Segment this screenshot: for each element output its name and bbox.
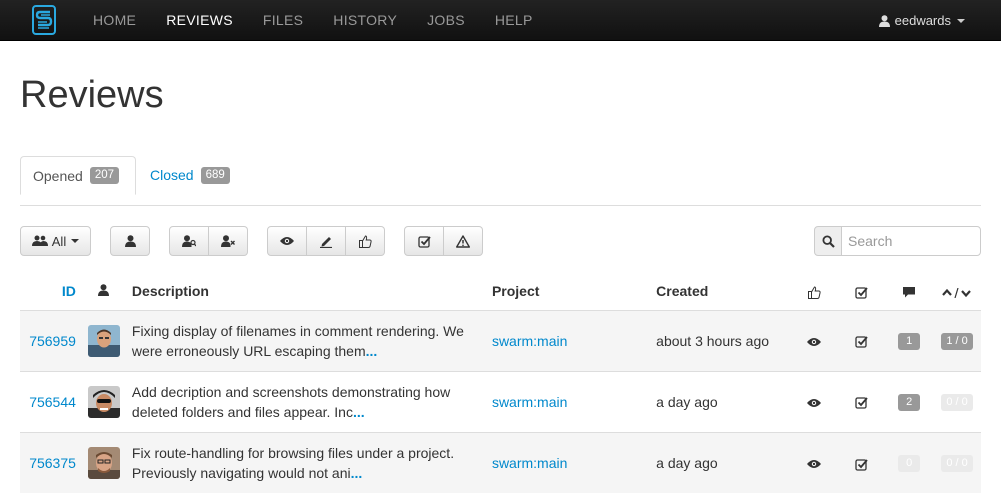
main-nav: HOME REVIEWS FILES HISTORY JOBS HELP	[78, 0, 548, 41]
swarm-logo-icon[interactable]	[24, 0, 64, 41]
avatar[interactable]	[87, 446, 120, 479]
col-header-created[interactable]: Created	[650, 273, 790, 310]
col-header-project[interactable]: Project	[486, 273, 650, 310]
vote-count-badge: 0 / 0	[941, 455, 974, 473]
project-link[interactable]: swarm:main	[485, 370, 651, 432]
page-title: Reviews	[20, 74, 164, 116]
review-id-link[interactable]: 756375	[20, 431, 82, 493]
user-remove-icon	[221, 235, 235, 247]
project-link[interactable]: swarm:main	[485, 431, 651, 493]
comment-count-badge: 2	[898, 394, 921, 411]
table-row[interactable]: 756375 Fix route-handling for browsing f…	[20, 431, 981, 493]
col-header-id[interactable]: ID	[20, 273, 82, 310]
check-square-icon	[855, 335, 868, 348]
thumbs-up-icon	[358, 234, 372, 248]
nav-history[interactable]: HISTORY	[318, 0, 412, 41]
tests-pass-filter-button[interactable]	[404, 226, 444, 256]
tab-opened-count: 207	[89, 167, 120, 184]
check-square-icon	[417, 235, 431, 248]
username: eedwards	[894, 13, 951, 28]
my-reviews-button[interactable]	[110, 226, 150, 256]
col-header-state[interactable]	[790, 273, 838, 310]
check-square-icon	[855, 458, 868, 471]
table-row[interactable]: 756959 Fixing display of filenames in co	[20, 309, 981, 371]
eye-icon	[807, 337, 822, 347]
comment-count-badge: 1	[898, 333, 921, 350]
tab-closed-label: Closed	[150, 167, 194, 183]
comment-icon	[903, 287, 916, 298]
author-filter-dropdown[interactable]: All	[20, 226, 91, 256]
filter-toolbar: All	[20, 206, 981, 273]
review-description: Fix route-handling for browsing files un…	[131, 444, 455, 481]
table-header-row: ID Description Project Created	[20, 273, 981, 310]
col-header-tests[interactable]	[838, 273, 885, 310]
review-id-link[interactable]: 756959	[20, 309, 82, 371]
user-icon	[878, 14, 890, 27]
col-header-comments[interactable]	[885, 273, 933, 310]
nav-home[interactable]: HOME	[78, 0, 151, 41]
user-menu[interactable]: eedwards	[878, 0, 965, 41]
more-link[interactable]: ...	[351, 465, 363, 481]
tab-opened[interactable]: Opened 207	[20, 156, 136, 195]
tab-opened-label: Opened	[33, 167, 83, 184]
chevron-down-icon	[71, 239, 80, 243]
search-icon[interactable]	[814, 226, 842, 256]
reviews-table: ID Description Project Created 756959 Fi…	[20, 273, 981, 493]
check-square-icon	[855, 286, 868, 299]
check-square-icon	[855, 396, 868, 409]
comment-count-badge: 0	[898, 455, 921, 473]
table-row[interactable]: 756544 Add decription and screenshots de…	[20, 370, 981, 432]
user-icon	[98, 284, 110, 297]
created-time: a day ago	[650, 431, 791, 493]
avatar[interactable]	[87, 324, 120, 357]
user-icon	[124, 235, 136, 247]
tests-fail-filter-button[interactable]	[444, 226, 483, 256]
all-label: All	[51, 233, 67, 249]
eye-icon	[280, 236, 294, 246]
created-time: a day ago	[650, 370, 791, 432]
needs-review-filter-button[interactable]	[267, 226, 307, 256]
review-tabs: Opened 207 Closed 689	[20, 156, 981, 206]
eye-icon	[807, 459, 822, 469]
nav-files[interactable]: FILES	[248, 0, 318, 41]
tab-closed[interactable]: Closed 689	[138, 156, 242, 194]
vote-count-badge: 0 / 0	[941, 394, 974, 411]
user-search-icon	[182, 235, 196, 247]
created-time: about 3 hours ago	[650, 309, 791, 371]
nav-jobs[interactable]: JOBS	[412, 0, 480, 41]
warning-icon	[456, 234, 470, 248]
review-description: Fixing display of filenames in comment r…	[131, 322, 464, 359]
search-input[interactable]	[841, 226, 981, 256]
thumbs-up-icon	[807, 286, 821, 300]
vote-count-badge: 1 / 0	[941, 333, 974, 350]
col-header-description[interactable]: Description	[126, 273, 486, 310]
col-header-votes[interactable]	[933, 273, 981, 310]
review-description: Add decription and screenshots demonstra…	[131, 383, 451, 420]
more-link[interactable]: ...	[353, 404, 365, 420]
chevron-down-icon	[957, 18, 965, 23]
nav-reviews[interactable]: REVIEWS	[151, 0, 248, 41]
reviewer-filter-button[interactable]	[169, 226, 209, 256]
eye-icon	[807, 398, 822, 408]
vote-up-down-icon	[942, 287, 972, 298]
approved-filter-button[interactable]	[346, 226, 385, 256]
avatar[interactable]	[87, 385, 120, 418]
tab-closed-count: 689	[200, 166, 230, 184]
users-icon	[31, 235, 48, 247]
needs-revision-filter-button[interactable]	[307, 226, 346, 256]
no-reviewer-filter-button[interactable]	[209, 226, 248, 256]
more-link[interactable]: ...	[366, 343, 378, 359]
top-navbar: HOME REVIEWS FILES HISTORY JOBS HELP eed…	[0, 0, 1001, 41]
pencil-icon	[319, 234, 333, 248]
col-header-author[interactable]	[82, 273, 126, 310]
review-id-link[interactable]: 756544	[20, 370, 82, 432]
nav-help[interactable]: HELP	[480, 0, 548, 41]
project-link[interactable]: swarm:main	[485, 309, 651, 371]
